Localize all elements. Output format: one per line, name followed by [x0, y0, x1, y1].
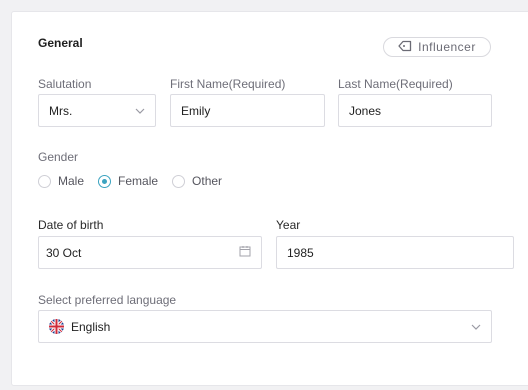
first-name-label: First Name(Required) — [170, 77, 286, 91]
last-name-label: Last Name(Required) — [338, 77, 453, 91]
radio-other[interactable] — [172, 174, 186, 188]
language-select[interactable]: English — [38, 310, 492, 343]
radio-female-label: Female — [118, 174, 159, 188]
radio-male-label: Male — [58, 174, 85, 188]
uk-flag-icon — [49, 319, 64, 334]
radio-other-label: Other — [192, 174, 223, 188]
language-value: English — [71, 319, 111, 334]
dob-label: Date of birth — [38, 218, 104, 232]
chevron-down-icon — [135, 104, 145, 118]
radio-female[interactable] — [98, 174, 112, 188]
gender-label: Gender — [38, 150, 79, 164]
language-label: Select preferred language — [38, 293, 177, 307]
salutation-label: Salutation — [38, 77, 92, 91]
last-name-value: Jones — [349, 103, 382, 118]
tag-label: Influencer — [418, 40, 476, 54]
last-name-input[interactable]: Jones — [338, 94, 492, 127]
dob-input[interactable]: 30 Oct — [38, 236, 262, 269]
chevron-down-icon — [471, 320, 481, 334]
first-name-input[interactable]: Emily — [170, 94, 325, 127]
section-title: General — [38, 36, 83, 50]
salutation-value: Mrs. — [49, 103, 73, 118]
year-value: 1985 — [287, 245, 314, 260]
salutation-select[interactable]: Mrs. — [38, 94, 156, 127]
gender-radio-group: Male Female Other — [38, 174, 236, 188]
first-name-value: Emily — [181, 103, 211, 118]
year-label: Year — [276, 218, 301, 232]
dob-value: 30 Oct — [46, 245, 82, 260]
radio-male[interactable] — [38, 174, 51, 188]
influencer-tag[interactable]: Influencer — [383, 37, 491, 57]
year-input[interactable]: 1985 — [276, 236, 514, 269]
calendar-icon[interactable] — [239, 245, 251, 260]
tag-icon — [398, 40, 412, 55]
